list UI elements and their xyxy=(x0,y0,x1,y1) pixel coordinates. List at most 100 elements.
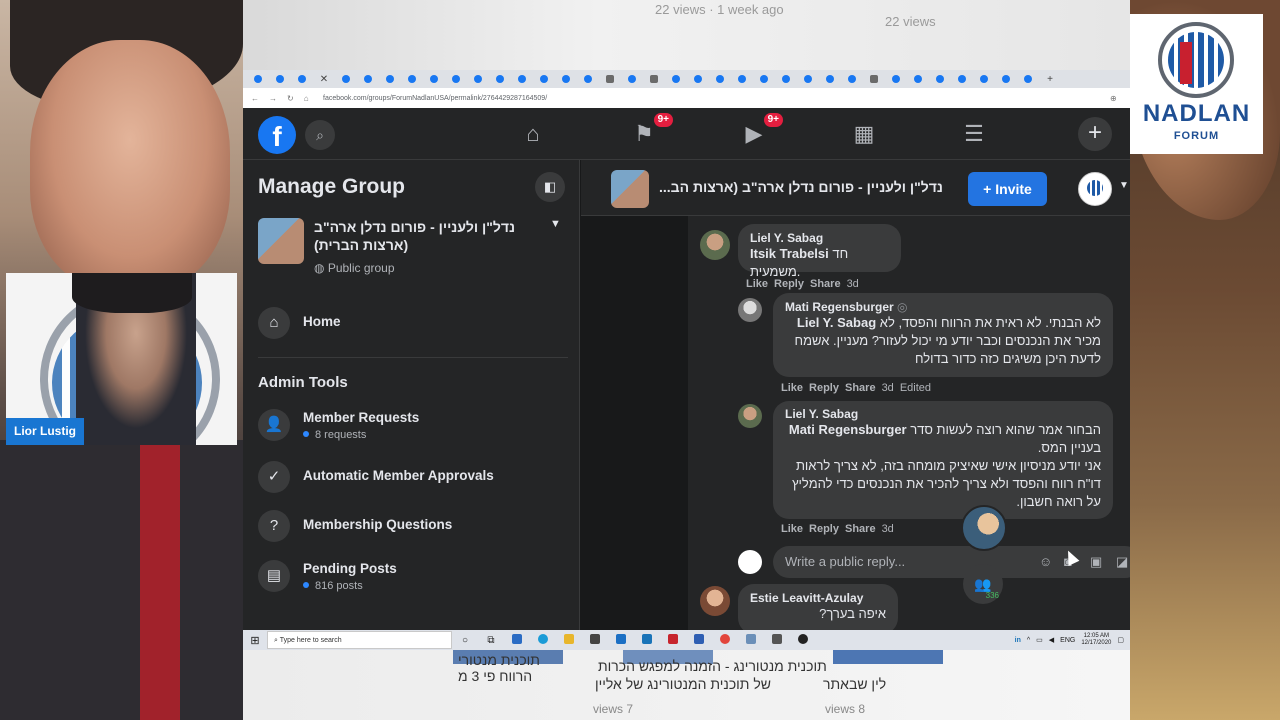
like-link[interactable]: Like xyxy=(781,523,803,535)
browser-tab[interactable] xyxy=(821,73,839,85)
comment-time[interactable]: 3d xyxy=(882,523,894,535)
avatar[interactable] xyxy=(1078,172,1112,206)
reply-link[interactable]: Reply xyxy=(809,523,839,535)
browser-tab[interactable] xyxy=(403,73,421,85)
avatar[interactable] xyxy=(700,230,730,260)
home-icon[interactable]: ⌂ xyxy=(304,94,309,103)
edge-icon[interactable] xyxy=(530,633,556,647)
chat-head-avatar[interactable] xyxy=(961,505,1007,551)
group-members-icon[interactable]: 👥 336 xyxy=(963,564,1003,604)
comment-author[interactable]: Mati Regensburger ◎ xyxy=(785,300,1101,314)
share-link[interactable]: Share xyxy=(845,382,876,394)
browser-tab[interactable] xyxy=(711,73,729,85)
browser-tab[interactable] xyxy=(293,73,311,85)
language-indicator[interactable]: ENG xyxy=(1060,637,1075,644)
windows-start-icon[interactable]: ⊞ xyxy=(243,634,267,647)
volume-icon[interactable]: ◀ xyxy=(1049,636,1054,644)
linkedin-tray-icon[interactable]: in xyxy=(1015,637,1021,644)
share-link[interactable]: Share xyxy=(845,523,876,535)
app-icon[interactable] xyxy=(686,633,712,647)
chevron-up-icon[interactable]: ^ xyxy=(1027,637,1030,644)
invite-button[interactable]: + Invite xyxy=(968,172,1047,206)
network-icon[interactable]: ▭ xyxy=(1036,636,1043,644)
browser-tab[interactable] xyxy=(579,73,597,85)
browser-tab[interactable] xyxy=(887,73,905,85)
forward-icon[interactable]: → xyxy=(269,94,277,103)
browser-tab[interactable] xyxy=(997,73,1015,85)
browser-tab[interactable] xyxy=(909,73,927,85)
linkedin-icon[interactable] xyxy=(634,633,660,647)
mention-link[interactable]: Mati Regensburger xyxy=(789,422,907,437)
reply-link[interactable]: Reply xyxy=(809,382,839,394)
comment-author[interactable]: Estie Leavitt-Azulay xyxy=(750,591,886,605)
comment-time[interactable]: 3d xyxy=(882,382,894,394)
avatar[interactable] xyxy=(700,586,730,616)
comment-author[interactable]: Liel Y. Sabag xyxy=(785,407,1101,421)
browser-tab[interactable] xyxy=(271,73,289,85)
notifications-icon[interactable]: ▢ xyxy=(1117,636,1124,644)
close-tab-icon[interactable]: ✕ xyxy=(315,73,333,85)
browser-tab[interactable] xyxy=(755,73,773,85)
browser-tab[interactable] xyxy=(447,73,465,85)
like-link[interactable]: Like xyxy=(746,278,768,290)
menu-icon[interactable]: ☰ xyxy=(961,121,987,147)
edited-label[interactable]: Edited xyxy=(900,382,931,394)
taskbar-search[interactable]: ⌕ Type here to search xyxy=(267,631,452,649)
group-title[interactable]: נדל"ן ולעניין - פורום נדלן ארה"ב (ארצות … xyxy=(659,179,945,195)
browser-tab[interactable] xyxy=(1019,73,1037,85)
browser-tab[interactable] xyxy=(623,73,641,85)
reload-icon[interactable]: ↻ xyxy=(287,94,294,103)
group-selector[interactable]: נדל"ן ולעניין - פורום נדלן ארה"ב (ארצות … xyxy=(258,216,568,276)
browser-tab[interactable] xyxy=(601,73,619,85)
group-thumbnail[interactable] xyxy=(611,170,649,208)
browser-tab[interactable] xyxy=(865,73,883,85)
chevron-down-icon[interactable]: ▼ xyxy=(550,218,561,230)
comment-time[interactable]: 3d xyxy=(847,278,859,290)
antivirus-icon[interactable] xyxy=(660,633,686,647)
sidebar-item-member-requests[interactable]: 👤 Member Requests 8 requests xyxy=(258,407,558,447)
chevron-down-icon[interactable]: ▼ xyxy=(1119,180,1129,191)
sidebar-item-pending-posts[interactable]: ▤ Pending Posts 816 posts xyxy=(258,558,558,598)
comment-author[interactable]: Liel Y. Sabag xyxy=(750,231,889,245)
browser-tab[interactable] xyxy=(975,73,993,85)
browser-tab[interactable] xyxy=(381,73,399,85)
browser-tab[interactable] xyxy=(249,73,267,85)
mention-link[interactable]: Liel Y. Sabag xyxy=(797,315,876,330)
gif-icon[interactable]: ▣ xyxy=(1090,546,1102,578)
emoji-icon[interactable]: ☺ xyxy=(1039,546,1052,578)
sidebar-item-automatic-approvals[interactable]: ✓ Automatic Member Approvals xyxy=(258,459,558,499)
app-icon[interactable] xyxy=(504,633,530,647)
browser-tab[interactable] xyxy=(931,73,949,85)
camera-app-icon[interactable] xyxy=(764,633,790,647)
browser-tab[interactable] xyxy=(491,73,509,85)
task-view-icon[interactable]: ⧉ xyxy=(478,635,504,646)
reply-link[interactable]: Reply xyxy=(774,278,804,290)
file-explorer-icon[interactable] xyxy=(556,633,582,647)
cortana-icon[interactable]: ○ xyxy=(452,635,478,646)
browser-tab[interactable] xyxy=(843,73,861,85)
obs-icon[interactable] xyxy=(790,633,816,647)
chrome-icon[interactable] xyxy=(712,633,738,647)
new-tab-icon[interactable]: + xyxy=(1041,73,1059,85)
collapse-panel-icon[interactable]: ◧ xyxy=(535,172,565,202)
mail-icon[interactable] xyxy=(608,633,634,647)
search-icon[interactable]: ⌕ xyxy=(305,120,335,150)
browser-tab[interactable] xyxy=(557,73,575,85)
url-field[interactable]: facebook.com/groups/ForumNadlanUSA/perma… xyxy=(323,95,1110,102)
sticker-icon[interactable]: ◪ xyxy=(1116,546,1128,578)
browser-tab[interactable] xyxy=(359,73,377,85)
browser-tab[interactable] xyxy=(469,73,487,85)
browser-tab[interactable] xyxy=(953,73,971,85)
sidebar-item-membership-questions[interactable]: ? Membership Questions xyxy=(258,508,558,548)
facebook-logo[interactable]: f xyxy=(258,116,296,154)
mention-link[interactable]: Itsik Trabelsi xyxy=(750,246,829,261)
store-icon[interactable] xyxy=(582,633,608,647)
avatar[interactable] xyxy=(738,404,762,428)
sidebar-item-home[interactable]: ⌂ Home xyxy=(258,305,558,345)
browser-tab[interactable] xyxy=(777,73,795,85)
app-icon[interactable] xyxy=(738,633,764,647)
like-link[interactable]: Like xyxy=(781,382,803,394)
browser-tab[interactable] xyxy=(535,73,553,85)
home-icon[interactable]: ⌂ xyxy=(520,121,546,147)
zoom-icon[interactable]: ⊕ xyxy=(1110,94,1130,103)
